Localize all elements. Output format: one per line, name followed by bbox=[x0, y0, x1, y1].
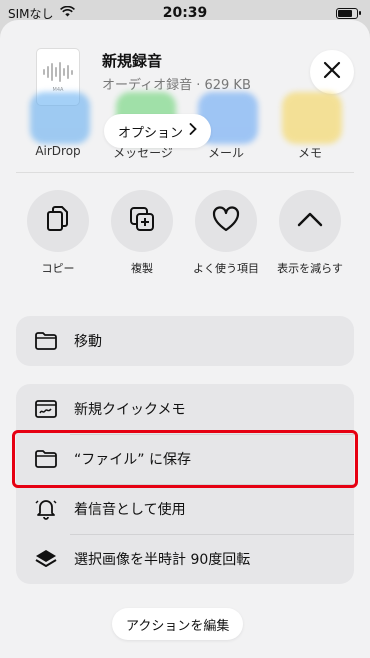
status-left: SIMなし bbox=[8, 5, 75, 22]
chevron-right-icon bbox=[189, 123, 197, 139]
app-label-notes: メモ bbox=[297, 146, 322, 160]
wifi-icon bbox=[59, 5, 75, 20]
group-move: 移動 bbox=[16, 316, 354, 366]
carrier-label: SIMなし bbox=[8, 6, 54, 21]
action-favorite[interactable]: よく使う項目 bbox=[186, 190, 266, 276]
action-label-duplicate: 複製 bbox=[131, 262, 153, 275]
bell-icon bbox=[34, 497, 58, 521]
airdrop-app-icon[interactable] bbox=[30, 92, 90, 144]
file-title: 新規録音 bbox=[102, 52, 163, 70]
share-sheet: M4A 新規録音 オーディオ録音 · 629 KB AirDrop メッセージ … bbox=[0, 20, 370, 658]
row-label-quick-note: 新規クイックメモ bbox=[74, 402, 186, 418]
action-label-copy: コピー bbox=[41, 262, 75, 275]
row-quick-note[interactable]: 新規クイックメモ bbox=[16, 384, 354, 434]
quick-note-icon bbox=[34, 397, 58, 421]
close-button[interactable] bbox=[310, 50, 354, 94]
status-time: 20:39 bbox=[162, 5, 208, 21]
row-label-move: 移動 bbox=[74, 334, 102, 350]
action-label-favorite: よく使う項目 bbox=[193, 262, 259, 275]
heart-icon bbox=[212, 206, 240, 236]
divider bbox=[16, 172, 354, 173]
action-duplicate[interactable]: 複製 bbox=[102, 190, 182, 276]
file-subtitle: オーディオ録音 · 629 KB bbox=[102, 78, 251, 93]
row-label-ringtone: 着信音として使用 bbox=[74, 502, 186, 518]
layers-icon bbox=[34, 547, 58, 571]
highlight-box bbox=[12, 430, 358, 488]
close-icon bbox=[323, 61, 341, 83]
folder-icon bbox=[34, 329, 58, 353]
action-label-show-less: 表示を減らす bbox=[277, 262, 343, 275]
action-show-less[interactable]: 表示を減らす bbox=[270, 190, 350, 276]
action-copy[interactable]: コピー bbox=[18, 190, 98, 276]
options-button[interactable]: オプション bbox=[104, 114, 212, 148]
duplicate-icon bbox=[129, 206, 155, 236]
options-label: オプション bbox=[118, 125, 184, 141]
chevron-up-icon bbox=[297, 211, 323, 231]
edit-actions-button[interactable]: アクションを編集 bbox=[112, 608, 244, 640]
copy-icon bbox=[45, 205, 71, 237]
battery-icon bbox=[336, 7, 361, 19]
app-label-airdrop: AirDrop bbox=[35, 144, 81, 158]
row-label-rotate-image: 選択画像を半時計 90度回転 bbox=[74, 552, 251, 568]
row-rotate-image[interactable]: 選択画像を半時計 90度回転 bbox=[16, 534, 354, 584]
row-move[interactable]: 移動 bbox=[16, 316, 354, 366]
notes-app-icon[interactable] bbox=[282, 92, 342, 144]
row-ringtone[interactable]: 着信音として使用 bbox=[16, 484, 354, 534]
